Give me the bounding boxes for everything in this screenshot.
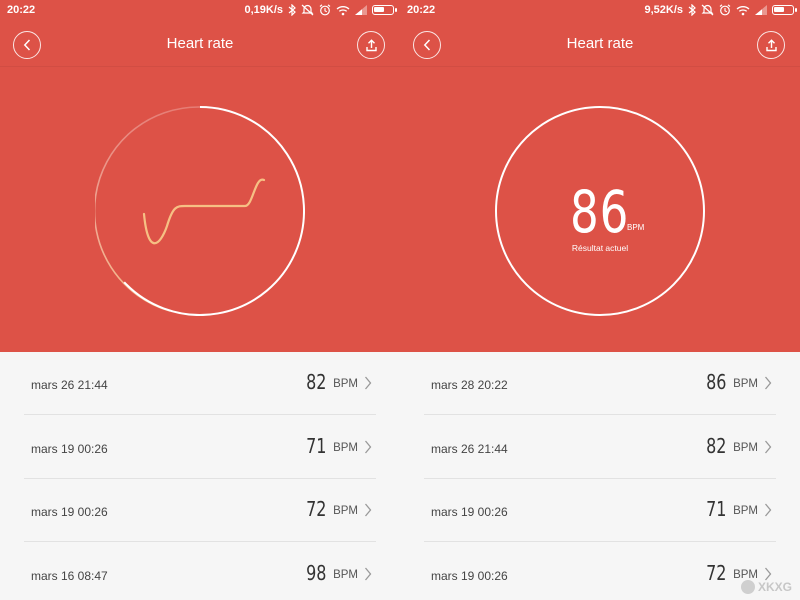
history-row[interactable]: mars 19 00:26 72 BPM	[424, 543, 776, 600]
row-date: mars 26 21:44	[431, 442, 508, 456]
share-button[interactable]	[757, 31, 785, 59]
row-bpm-value: 72	[705, 561, 726, 585]
app-header: Heart rate	[400, 22, 800, 66]
chevron-right-icon	[765, 567, 772, 581]
chevron-right-icon	[365, 440, 372, 454]
upload-icon	[365, 38, 377, 51]
status-time: 20:22	[407, 4, 436, 16]
chevron-right-icon	[765, 376, 772, 390]
chevron-right-icon	[765, 440, 772, 454]
current-result-label: Résultat actuel	[571, 243, 629, 253]
history-row[interactable]: mars 19 00:26 72 BPM	[24, 479, 376, 542]
row-date: mars 16 08:47	[31, 569, 108, 583]
row-bpm-unit: BPM	[333, 505, 358, 517]
history-row[interactable]: mars 19 00:26 71 BPM	[24, 416, 376, 479]
row-bpm-value: 72	[305, 497, 326, 521]
row-bpm-unit: BPM	[333, 442, 358, 454]
mute-icon	[301, 3, 314, 17]
row-date: mars 19 00:26	[31, 442, 108, 456]
signal-icon	[355, 3, 367, 17]
history-row[interactable]: mars 16 08:47 98 BPM	[24, 543, 376, 600]
progress-ring-tail	[95, 106, 201, 312]
chevron-right-icon	[365, 567, 372, 581]
page-title: Heart rate	[566, 35, 634, 52]
measurement-progress-ring	[95, 106, 305, 316]
row-date: mars 19 00:26	[31, 505, 108, 519]
app-header: Heart rate	[0, 22, 400, 66]
heartbeat-wave	[142, 178, 266, 245]
status-bar: 20:22 0,19K/s	[0, 0, 400, 22]
phone-screen-measuring: 20:22 0,19K/s Heart rate mars 26 21:44 8…	[0, 0, 400, 600]
row-bpm-value: 71	[305, 434, 326, 458]
history-row[interactable]: mars 26 21:44 82 BPM	[24, 352, 376, 415]
row-date: mars 19 00:26	[431, 569, 508, 583]
header-divider	[400, 66, 800, 67]
chevron-right-icon	[365, 503, 372, 517]
bluetooth-icon	[288, 3, 296, 17]
history-row[interactable]: mars 19 00:26 71 BPM	[424, 479, 776, 542]
mute-icon	[701, 3, 714, 17]
row-bpm-value: 98	[305, 561, 326, 585]
share-button[interactable]	[357, 31, 385, 59]
upload-icon	[765, 38, 777, 51]
wifi-icon	[336, 3, 350, 17]
row-bpm-unit: BPM	[333, 569, 358, 581]
row-bpm-unit: BPM	[333, 378, 358, 390]
watermark-text: XKXG	[757, 580, 792, 594]
wifi-icon	[736, 3, 750, 17]
battery-icon	[772, 3, 797, 17]
row-bpm-value: 86	[705, 370, 726, 394]
history-row[interactable]: mars 28 20:22 86 BPM	[424, 352, 776, 415]
watermark-logo-icon	[740, 580, 755, 594]
bluetooth-icon	[688, 3, 696, 17]
alarm-icon	[319, 3, 331, 17]
battery-level-fill	[774, 7, 784, 12]
history-row[interactable]: mars 26 21:44 82 BPM	[424, 416, 776, 479]
row-bpm-unit: BPM	[733, 505, 758, 517]
signal-icon	[755, 3, 767, 17]
header-divider	[0, 66, 400, 67]
status-time: 20:22	[7, 4, 36, 16]
phone-screen-result: 20:22 9,52K/s Heart rate 86 BPM Résultat…	[400, 0, 800, 600]
row-bpm-value: 82	[305, 370, 326, 394]
row-bpm-unit: BPM	[733, 378, 758, 390]
chevron-right-icon	[365, 376, 372, 390]
row-bpm-unit: BPM	[733, 442, 758, 454]
current-bpm-value: 86	[570, 178, 630, 246]
chevron-right-icon	[765, 503, 772, 517]
row-date: mars 19 00:26	[431, 505, 508, 519]
battery-level-fill	[374, 7, 384, 12]
network-speed: 0,19K/s	[244, 4, 283, 16]
status-bar: 20:22 9,52K/s	[400, 0, 800, 22]
current-bpm-unit: BPM	[627, 223, 645, 232]
watermark: XKXG	[740, 580, 792, 594]
battery-icon	[372, 3, 397, 17]
page-title: Heart rate	[166, 35, 234, 52]
row-date: mars 28 20:22	[431, 378, 508, 392]
row-bpm-value: 71	[705, 497, 726, 521]
progress-ring-arc	[123, 106, 305, 316]
alarm-icon	[719, 3, 731, 17]
network-speed: 9,52K/s	[644, 4, 683, 16]
row-date: mars 26 21:44	[31, 378, 108, 392]
row-bpm-value: 82	[705, 434, 726, 458]
